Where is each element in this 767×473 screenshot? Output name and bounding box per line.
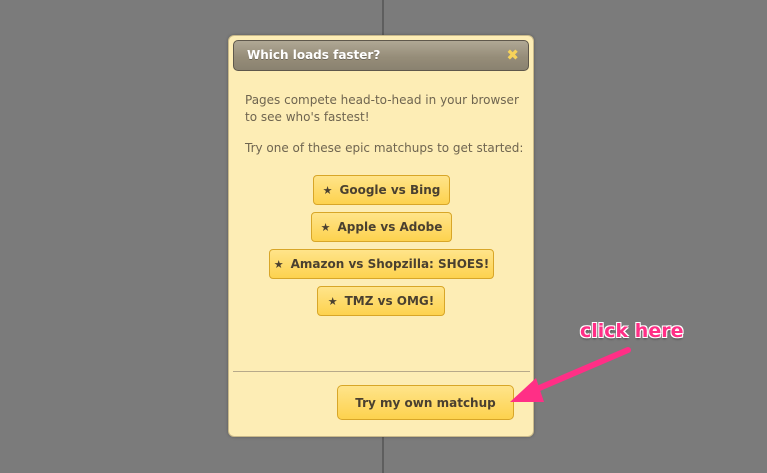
dialog-title-bar: Which loads faster? ✖ bbox=[233, 40, 529, 71]
matchup-button-amazon-vs-shopzilla[interactable]: ★ Amazon vs Shopzilla: SHOES! bbox=[269, 249, 494, 279]
matchup-label: Amazon vs Shopzilla: SHOES! bbox=[290, 257, 490, 271]
annotation-arrow-icon bbox=[510, 347, 631, 402]
star-icon: ★ bbox=[273, 257, 284, 271]
footer-divider bbox=[233, 371, 530, 372]
matchup-button-apple-vs-adobe[interactable]: ★ Apple vs Adobe bbox=[311, 212, 452, 242]
try-my-own-matchup-button[interactable]: Try my own matchup bbox=[337, 385, 514, 420]
prompt-text: Try one of these epic matchups to get st… bbox=[245, 141, 524, 155]
intro-text: Pages compete head-to-head in your brows… bbox=[245, 93, 519, 124]
click-here-annotation: click here bbox=[580, 320, 684, 342]
star-icon: ★ bbox=[322, 183, 333, 197]
matchup-button-google-vs-bing[interactable]: ★ Google vs Bing bbox=[313, 175, 450, 205]
which-loads-faster-dialog: Which loads faster? ✖ Pages compete head… bbox=[228, 35, 534, 437]
matchup-label: Google vs Bing bbox=[339, 183, 441, 197]
close-icon[interactable]: ✖ bbox=[506, 45, 519, 65]
matchup-label: Apple vs Adobe bbox=[337, 220, 443, 234]
matchup-button-tmz-vs-omg[interactable]: ★ TMZ vs OMG! bbox=[317, 286, 445, 316]
star-icon: ★ bbox=[327, 294, 338, 308]
star-icon: ★ bbox=[320, 220, 331, 234]
page-background: Which loads faster? ✖ Pages compete head… bbox=[0, 0, 767, 473]
dialog-title: Which loads faster? bbox=[247, 48, 381, 62]
matchup-label: TMZ vs OMG! bbox=[344, 294, 435, 308]
